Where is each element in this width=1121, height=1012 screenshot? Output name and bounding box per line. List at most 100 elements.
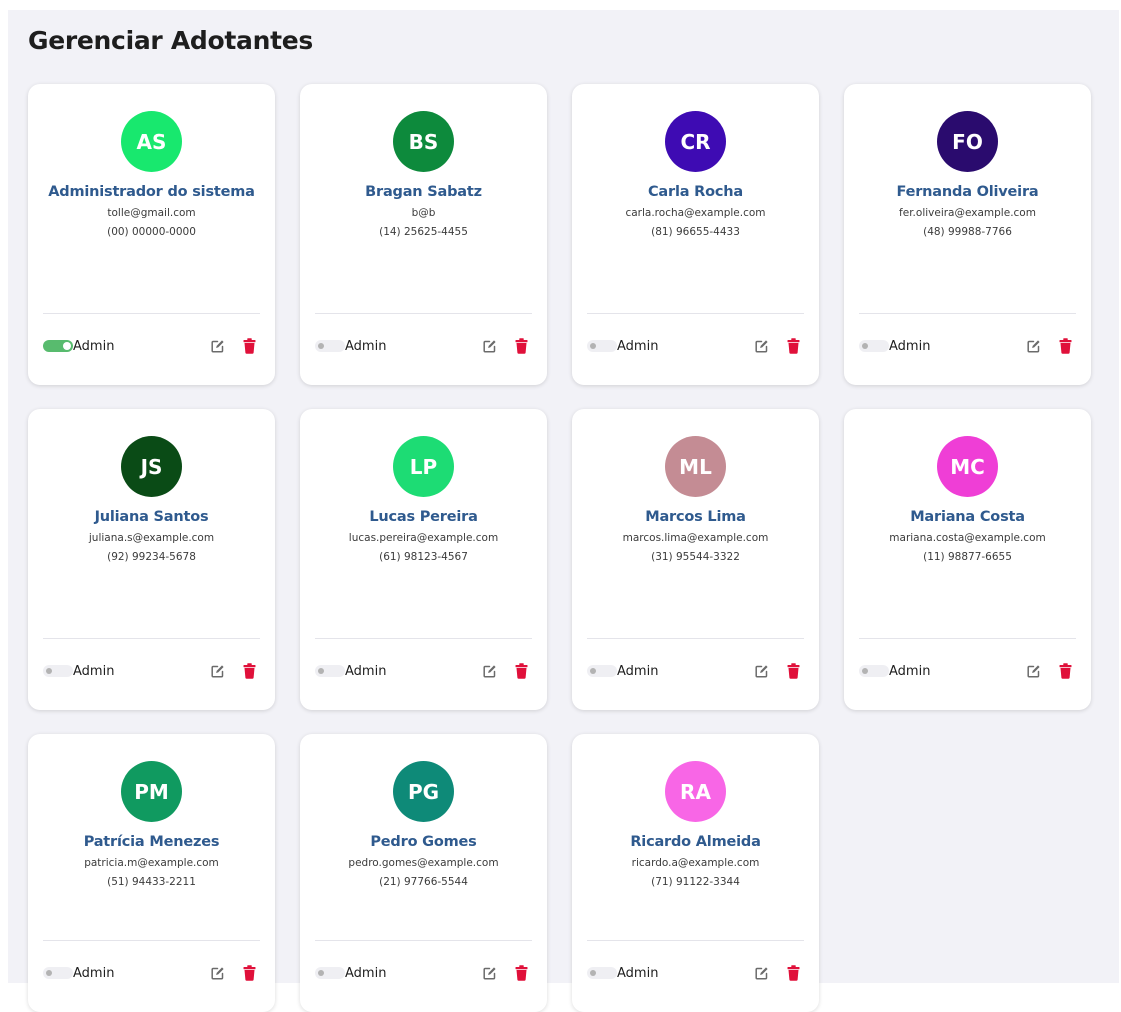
user-card: PG Pedro Gomes pedro.gomes@example.com (… <box>300 734 547 1012</box>
admin-label: Admin <box>345 338 387 354</box>
delete-button[interactable] <box>512 337 530 355</box>
user-email: mariana.costa@example.com <box>889 532 1046 544</box>
user-card: LP Lucas Pereira lucas.pereira@example.c… <box>300 409 547 710</box>
edit-button[interactable] <box>481 337 499 355</box>
admin-toggle[interactable] <box>587 967 617 979</box>
avatar-initials: FO <box>952 129 983 154</box>
user-name: Lucas Pereira <box>369 509 478 525</box>
delete-button[interactable] <box>784 662 802 680</box>
delete-button[interactable] <box>784 964 802 982</box>
toggle-knob <box>318 970 324 976</box>
edit-button[interactable] <box>753 662 771 680</box>
card-divider <box>315 940 532 941</box>
edit-icon <box>483 967 496 980</box>
user-name: Fernanda Oliveira <box>896 184 1039 200</box>
user-name: Juliana Santos <box>94 509 209 525</box>
user-phone: (21) 97766-5544 <box>379 876 468 888</box>
user-card: ML Marcos Lima marcos.lima@example.com (… <box>572 409 819 710</box>
avatar-initials: BS <box>408 129 439 154</box>
avatar: FO <box>937 111 998 172</box>
delete-button[interactable] <box>1056 662 1074 680</box>
trash-icon <box>515 663 527 679</box>
edit-button[interactable] <box>753 964 771 982</box>
delete-button[interactable] <box>1056 337 1074 355</box>
delete-button[interactable] <box>512 662 530 680</box>
admin-label: Admin <box>345 663 387 679</box>
admin-toggle[interactable] <box>859 665 889 677</box>
edit-button[interactable] <box>753 337 771 355</box>
user-info: Ricardo Almeida ricardo.a@example.com (7… <box>582 832 809 892</box>
user-email: fer.oliveira@example.com <box>899 207 1036 219</box>
avatar-initials: CR <box>680 129 711 154</box>
trash-icon <box>243 965 255 981</box>
card-divider <box>859 313 1076 314</box>
user-phone: (00) 00000-0000 <box>107 226 196 238</box>
delete-button[interactable] <box>240 964 258 982</box>
admin-toggle[interactable] <box>587 340 617 352</box>
user-card: JS Juliana Santos juliana.s@example.com … <box>28 409 275 710</box>
delete-button[interactable] <box>784 337 802 355</box>
user-card: RA Ricardo Almeida ricardo.a@example.com… <box>572 734 819 1012</box>
user-email: tolle@gmail.com <box>107 207 196 219</box>
edit-button[interactable] <box>481 662 499 680</box>
user-name: Marcos Lima <box>645 509 746 525</box>
avatar: JS <box>121 436 182 497</box>
card-divider <box>43 313 260 314</box>
admin-label: Admin <box>73 338 115 354</box>
user-email: juliana.s@example.com <box>88 532 215 544</box>
avatar-initials: MC <box>950 454 985 479</box>
user-email: marcos.lima@example.com <box>622 532 769 544</box>
user-email: b@b <box>411 207 436 219</box>
admin-toggle[interactable] <box>43 967 73 979</box>
delete-button[interactable] <box>240 337 258 355</box>
avatar: PM <box>121 761 182 822</box>
edit-button[interactable] <box>209 662 227 680</box>
edit-button[interactable] <box>209 964 227 982</box>
edit-button[interactable] <box>209 337 227 355</box>
user-info: Fernanda Oliveira fer.oliveira@example.c… <box>854 182 1081 242</box>
toggle-knob <box>63 342 71 350</box>
user-name: Patrícia Menezes <box>83 834 220 850</box>
edit-icon <box>755 967 768 980</box>
admin-toggle[interactable] <box>43 340 73 352</box>
edit-button[interactable] <box>481 964 499 982</box>
avatar-initials: ML <box>679 454 712 479</box>
user-info: Pedro Gomes pedro.gomes@example.com (21)… <box>310 832 537 892</box>
admin-label: Admin <box>345 965 387 981</box>
admin-toggle[interactable] <box>315 340 345 352</box>
admin-toggle[interactable] <box>587 665 617 677</box>
user-card: PM Patrícia Menezes patricia.m@example.c… <box>28 734 275 1012</box>
card-footer: Admin <box>43 336 260 356</box>
card-footer: Admin <box>587 336 804 356</box>
user-email: pedro.gomes@example.com <box>348 857 499 869</box>
user-info: Patrícia Menezes patricia.m@example.com … <box>38 832 265 892</box>
admin-toggle[interactable] <box>315 967 345 979</box>
toggle-knob <box>862 668 868 674</box>
card-divider <box>43 638 260 639</box>
toggle-knob <box>862 343 868 349</box>
trash-icon <box>515 338 527 354</box>
delete-button[interactable] <box>512 964 530 982</box>
delete-button[interactable] <box>240 662 258 680</box>
user-card: AS Administrador do sistema tolle@gmail.… <box>28 84 275 385</box>
user-phone: (11) 98877-6655 <box>923 551 1012 563</box>
avatar: RA <box>665 761 726 822</box>
trash-icon <box>243 663 255 679</box>
admin-toggle[interactable] <box>43 665 73 677</box>
trash-icon <box>1059 663 1071 679</box>
toggle-knob <box>318 343 324 349</box>
admin-toggle[interactable] <box>859 340 889 352</box>
user-name: Mariana Costa <box>910 509 1025 525</box>
admin-toggle[interactable] <box>315 665 345 677</box>
user-email: carla.rocha@example.com <box>625 207 766 219</box>
card-divider <box>315 313 532 314</box>
edit-button[interactable] <box>1025 337 1043 355</box>
card-divider <box>315 638 532 639</box>
toggle-knob <box>590 343 596 349</box>
user-name: Ricardo Almeida <box>630 834 761 850</box>
edit-icon <box>1027 665 1040 678</box>
card-footer: Admin <box>315 336 532 356</box>
admin-label: Admin <box>73 663 115 679</box>
user-phone: (81) 96655-4433 <box>651 226 740 238</box>
edit-button[interactable] <box>1025 662 1043 680</box>
